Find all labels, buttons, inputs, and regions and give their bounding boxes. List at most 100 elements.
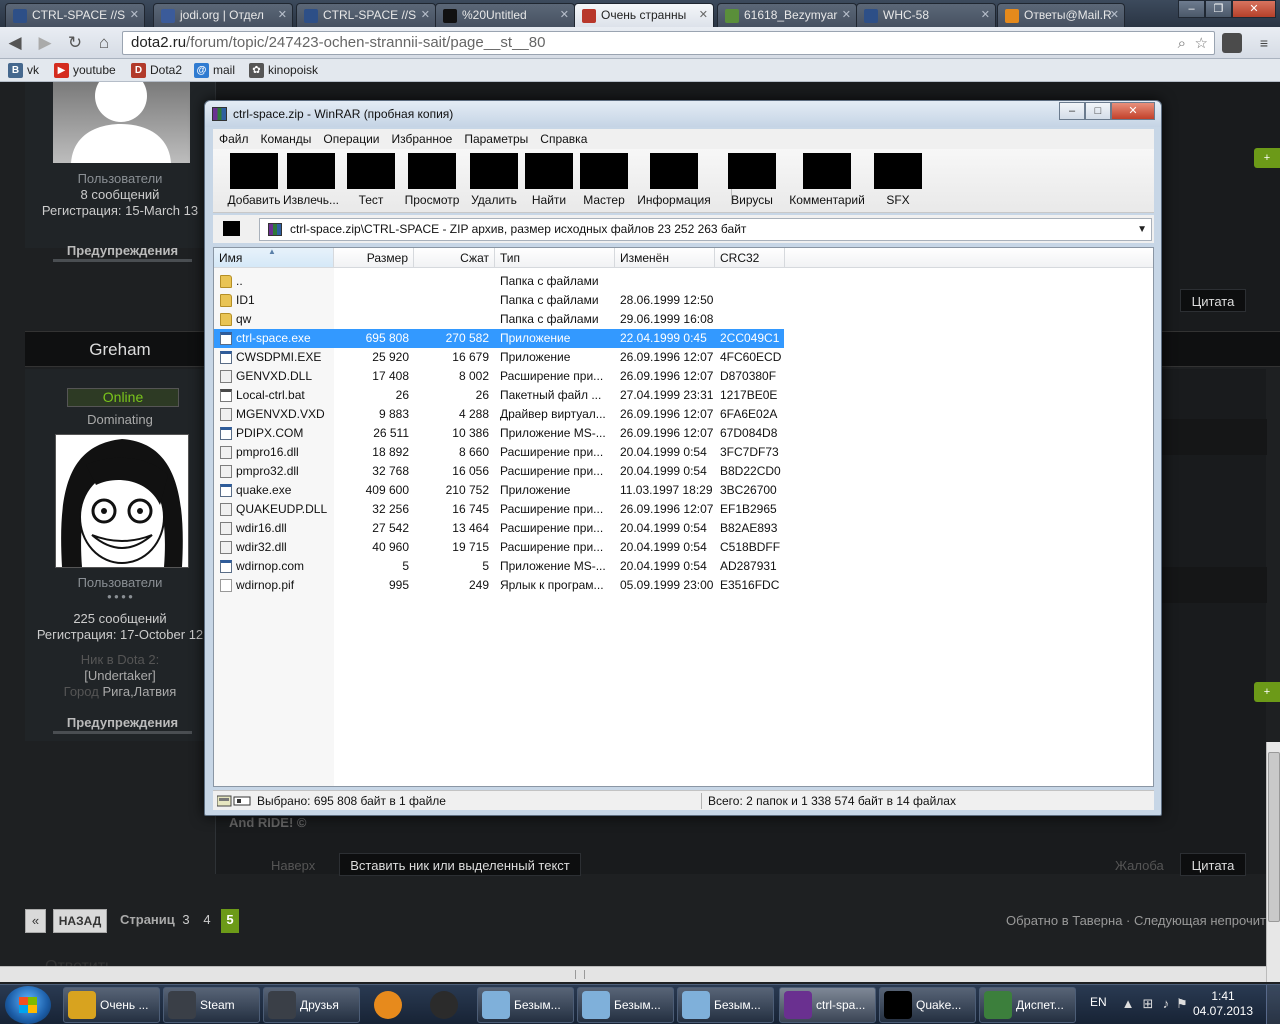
start-button[interactable] xyxy=(5,986,51,1024)
tool-button[interactable]: Вирусы xyxy=(710,153,794,207)
pager-back-button[interactable]: НАЗАД xyxy=(53,909,107,933)
quote-button[interactable]: Цитата xyxy=(1180,853,1246,876)
file-row[interactable]: PDIPX.COM 26 511 10 386 Приложение MS-... 26… xyxy=(214,424,784,443)
winrar-minimize-button[interactable]: – xyxy=(1059,102,1085,120)
language-indicator[interactable]: EN xyxy=(1090,995,1107,1009)
user2-name[interactable]: Greham xyxy=(25,332,215,368)
address-bar[interactable]: dota2.ru/forum/topic/247423-ochen-strann… xyxy=(122,31,1215,55)
breadcrumb-links[interactable]: Обратно в Таверна · Следующая непрочит xyxy=(1006,913,1266,928)
taskbar-button[interactable]: Steam xyxy=(163,987,260,1023)
tab-close-icon[interactable]: ✕ xyxy=(560,4,569,26)
tab-close-icon[interactable]: ✕ xyxy=(699,4,708,26)
chevron-down-icon[interactable]: ▼ xyxy=(1137,219,1147,240)
taskbar-button[interactable]: Диспет... xyxy=(979,987,1076,1023)
column-header-name[interactable]: ▲ Имя xyxy=(214,248,334,268)
file-row[interactable]: wdir32.dll 40 960 19 715 Расширение при... 2… xyxy=(214,538,784,557)
tray-expand-icon[interactable]: ▲ xyxy=(1120,996,1136,1012)
menu-item[interactable]: Команды xyxy=(255,129,318,149)
column-header-size[interactable]: Размер xyxy=(334,248,414,268)
forward-button[interactable]: ▶ xyxy=(34,32,56,54)
browser-tab[interactable]: Очень странны ✕ xyxy=(574,3,714,27)
column-header-crc[interactable]: CRC32 xyxy=(715,248,785,268)
column-header-modified[interactable]: Изменён xyxy=(615,248,715,268)
bookmark-mail[interactable]: @ mail xyxy=(194,62,235,79)
browser-tab[interactable]: CTRL-SPACE //S ✕ xyxy=(5,3,145,27)
insert-nick-button[interactable]: Вставить ник или выделенный текст xyxy=(339,853,581,876)
taskbar-button[interactable]: Безым... xyxy=(477,987,574,1023)
winrar-titlebar[interactable]: ctrl-space.zip - WinRAR (пробная копия) … xyxy=(205,101,1161,127)
minimize-button[interactable]: – xyxy=(1178,0,1205,18)
taskbar-button[interactable]: Очень ... xyxy=(63,987,160,1023)
path-dropdown[interactable]: ctrl-space.zip\CTRL-SPACE - ZIP архив, р… xyxy=(259,218,1152,241)
file-row[interactable]: quake.exe 409 600 210 752 Приложение 11.03.1… xyxy=(214,481,784,500)
taskbar-button[interactable] xyxy=(365,987,411,1023)
browser-tab[interactable]: CTRL-SPACE //S ✕ xyxy=(296,3,436,27)
column-header-packed[interactable]: Сжат xyxy=(414,248,495,268)
pager-prev-button[interactable]: « xyxy=(25,909,46,933)
taskbar-button[interactable]: Quake... xyxy=(879,987,976,1023)
column-header-type[interactable]: Тип xyxy=(495,248,615,268)
tool-button[interactable]: SFX xyxy=(856,153,940,207)
up-link[interactable]: Наверх xyxy=(271,858,315,873)
menu-item[interactable]: Параметры xyxy=(458,129,534,149)
browser-tab[interactable]: %20Untitled ✕ xyxy=(435,3,575,27)
home-button[interactable]: ⌂ xyxy=(93,32,115,54)
taskbar-button[interactable]: Друзья xyxy=(263,987,360,1023)
maximize-button[interactable]: ❐ xyxy=(1205,0,1232,18)
rating-flag-top[interactable]: + xyxy=(1254,148,1280,168)
file-row[interactable]: wdir16.dll 27 542 13 464 Расширение при... 2… xyxy=(214,519,784,538)
back-button[interactable]: ◀ xyxy=(4,32,26,54)
close-button[interactable]: ✕ xyxy=(1232,0,1276,18)
bookmark-vk[interactable]: Bvk xyxy=(8,62,39,79)
rating-flag-bottom[interactable]: + xyxy=(1254,682,1280,702)
taskbar-button[interactable]: Безым... xyxy=(677,987,774,1023)
file-row[interactable]: MGENVXD.VXD 9 883 4 288 Драйвер виртуал... 2… xyxy=(214,405,784,424)
file-row[interactable]: pmpro16.dll 18 892 8 660 Расширение при... 2… xyxy=(214,443,784,462)
winrar-close-button[interactable]: ✕ xyxy=(1111,102,1155,120)
tab-close-icon[interactable]: ✕ xyxy=(421,4,430,26)
reload-button[interactable]: ↻ xyxy=(64,32,86,54)
tab-close-icon[interactable]: ✕ xyxy=(278,4,287,26)
vertical-scrollbar[interactable] xyxy=(1266,742,1280,982)
file-row[interactable]: Local-ctrl.bat 26 26 Пакетный файл ... 27.04… xyxy=(214,386,784,405)
file-row[interactable]: GENVXD.DLL 17 408 8 002 Расширение при... 26… xyxy=(214,367,784,386)
volume-icon[interactable]: ♪ xyxy=(1158,996,1174,1012)
user2-avatar[interactable] xyxy=(55,434,189,568)
zoom-icon[interactable]: ⌕ xyxy=(1178,33,1186,55)
tab-close-icon[interactable]: ✕ xyxy=(1110,4,1119,26)
report-link[interactable]: Жалоба xyxy=(1115,858,1164,873)
user1-warnings-link[interactable]: Предупреждения xyxy=(53,243,192,262)
file-row[interactable]: pmpro32.dll 32 768 16 056 Расширение при...… xyxy=(214,462,784,481)
extension-icon[interactable] xyxy=(1222,33,1242,53)
menu-item[interactable]: Избранное xyxy=(386,129,459,149)
tab-close-icon[interactable]: ✕ xyxy=(981,4,990,26)
file-row[interactable]: .. Папка с файлами xyxy=(214,272,784,291)
scrollbar-thumb[interactable] xyxy=(1268,752,1280,922)
bookmark-kinopoisk[interactable]: ✿ kinopoisk xyxy=(249,62,318,79)
tool-button[interactable]: Информация xyxy=(632,153,716,207)
browser-tab[interactable]: WHC-58 ✕ xyxy=(856,3,996,27)
tab-close-icon[interactable]: ✕ xyxy=(842,4,851,26)
user2-warnings-link[interactable]: Предупреждения xyxy=(53,715,192,734)
quote-button-top[interactable]: Цитата xyxy=(1180,289,1246,312)
pager-page-4[interactable]: 4 xyxy=(199,909,215,933)
tab-close-icon[interactable]: ✕ xyxy=(130,4,139,26)
horizontal-scrollbar[interactable] xyxy=(0,966,1266,982)
bookmark-star-icon[interactable]: ☆ xyxy=(1195,33,1208,55)
file-row[interactable]: wdirnop.pif 995 249 Ярлык к програм... 05.09… xyxy=(214,576,784,595)
pager-page-3[interactable]: 3 xyxy=(178,909,194,933)
show-desktop-button[interactable] xyxy=(1266,985,1280,1024)
file-row[interactable]: ID1 Папка с файлами 28.06.1999 12:50 xyxy=(214,291,784,310)
browser-tab[interactable]: Ответы@Mail.R ✕ xyxy=(997,3,1125,27)
file-row[interactable]: qw Папка с файлами 29.06.1999 16:08 xyxy=(214,310,784,329)
file-row[interactable]: CWSDPMI.EXE 25 920 16 679 Приложение 26.09.1… xyxy=(214,348,784,367)
clock[interactable]: 1:41 04.07.2013 xyxy=(1190,989,1256,1019)
bookmark-Dota2[interactable]: D Dota2 xyxy=(131,62,182,79)
file-row[interactable]: QUAKEUDP.DLL 32 256 16 745 Расширение при..… xyxy=(214,500,784,519)
network-icon[interactable]: ⊞ xyxy=(1140,996,1156,1012)
winrar-maximize-button[interactable]: □ xyxy=(1085,102,1111,120)
pager-current-page[interactable]: 5 xyxy=(221,909,239,933)
user1-avatar[interactable] xyxy=(53,82,190,163)
browser-tab[interactable]: 61618_Bezymyar ✕ xyxy=(717,3,857,27)
file-row[interactable]: ctrl-space.exe 695 808 270 582 Приложение 22… xyxy=(214,329,784,348)
